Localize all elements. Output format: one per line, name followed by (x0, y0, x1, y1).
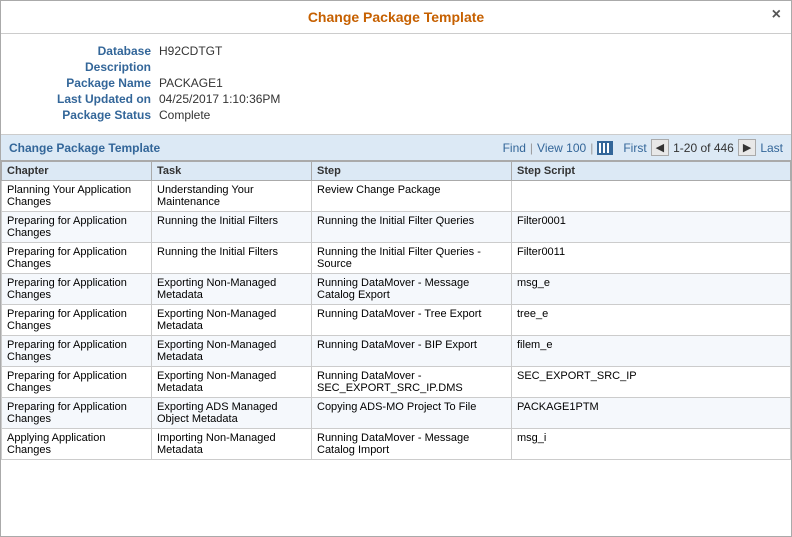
cell-chapter: Planning Your Application Changes (2, 181, 152, 212)
cell-step: Running the Initial Filter Queries - Sou… (312, 243, 512, 274)
toolbar-controls: Find | View 100 | First ◀ 1-20 of 446 ▶ … (503, 139, 783, 156)
database-label: Database (21, 44, 151, 58)
cell-task: Exporting ADS Managed Object Metadata (152, 398, 312, 429)
package-name-row: Package Name PACKAGE1 (21, 76, 771, 90)
data-table: Chapter Task Step Step Script Planning Y… (1, 161, 791, 460)
table-section: Change Package Template Find | View 100 … (1, 135, 791, 536)
cell-chapter: Preparing for Application Changes (2, 212, 152, 243)
cell-step: Running DataMover - BIP Export (312, 336, 512, 367)
title-bar: Change Package Template × (1, 1, 791, 34)
close-button[interactable]: × (772, 7, 781, 23)
cell-task: Exporting Non-Managed Metadata (152, 367, 312, 398)
col-header-chapter: Chapter (2, 162, 152, 181)
package-name-label: Package Name (21, 76, 151, 90)
database-row: Database H92CDTGT (21, 44, 771, 58)
cell-chapter: Preparing for Application Changes (2, 367, 152, 398)
cell-step: Review Change Package (312, 181, 512, 212)
cell-step: Copying ADS-MO Project To File (312, 398, 512, 429)
first-label[interactable]: First (623, 141, 646, 155)
table-row: Planning Your Application ChangesUnderst… (2, 181, 791, 212)
table-row: Preparing for Application ChangesRunning… (2, 243, 791, 274)
last-updated-value: 04/25/2017 1:10:36PM (159, 92, 280, 106)
last-label[interactable]: Last (760, 141, 783, 155)
view-link[interactable]: View 100 (537, 141, 586, 155)
cell-script: Filter0011 (512, 243, 791, 274)
cell-task: Exporting Non-Managed Metadata (152, 336, 312, 367)
cell-script: msg_i (512, 429, 791, 460)
cell-chapter: Preparing for Application Changes (2, 305, 152, 336)
cell-task: Importing Non-Managed Metadata (152, 429, 312, 460)
package-name-value: PACKAGE1 (159, 76, 223, 90)
cell-task: Running the Initial Filters (152, 243, 312, 274)
table-row: Preparing for Application ChangesExporti… (2, 274, 791, 305)
separator-2: | (590, 141, 593, 155)
cell-chapter: Preparing for Application Changes (2, 398, 152, 429)
cell-step: Running DataMover - Message Catalog Expo… (312, 274, 512, 305)
package-status-value: Complete (159, 108, 210, 122)
cell-script: filem_e (512, 336, 791, 367)
cell-chapter: Preparing for Application Changes (2, 274, 152, 305)
table-toolbar: Change Package Template Find | View 100 … (1, 135, 791, 161)
cell-step: Running the Initial Filter Queries (312, 212, 512, 243)
cell-chapter: Applying Application Changes (2, 429, 152, 460)
table-row: Preparing for Application ChangesExporti… (2, 336, 791, 367)
table-header-row: Chapter Task Step Step Script (2, 162, 791, 181)
last-updated-label: Last Updated on (21, 92, 151, 106)
table-row: Preparing for Application ChangesRunning… (2, 212, 791, 243)
cell-script: msg_e (512, 274, 791, 305)
description-label: Description (21, 60, 151, 74)
cell-step: Running DataMover - Message Catalog Impo… (312, 429, 512, 460)
table-row: Preparing for Application ChangesExporti… (2, 367, 791, 398)
cell-step: Running DataMover - Tree Export (312, 305, 512, 336)
separator-1: | (530, 141, 533, 155)
cell-task: Running the Initial Filters (152, 212, 312, 243)
cell-task: Exporting Non-Managed Metadata (152, 305, 312, 336)
cell-script: PACKAGE1PTM (512, 398, 791, 429)
col-header-step: Step (312, 162, 512, 181)
col-header-task: Task (152, 162, 312, 181)
table-row: Preparing for Application ChangesExporti… (2, 305, 791, 336)
cell-script (512, 181, 791, 212)
cell-script: Filter0001 (512, 212, 791, 243)
find-link[interactable]: Find (503, 141, 526, 155)
cell-chapter: Preparing for Application Changes (2, 243, 152, 274)
cell-chapter: Preparing for Application Changes (2, 336, 152, 367)
package-status-label: Package Status (21, 108, 151, 122)
package-status-row: Package Status Complete (21, 108, 771, 122)
pagination-info: 1-20 of 446 (673, 141, 734, 155)
table-row: Preparing for Application ChangesExporti… (2, 398, 791, 429)
database-value: H92CDTGT (159, 44, 222, 58)
grid-icon[interactable] (597, 141, 613, 155)
next-button[interactable]: ▶ (738, 139, 756, 156)
table-toolbar-title: Change Package Template (9, 141, 160, 155)
cell-task: Exporting Non-Managed Metadata (152, 274, 312, 305)
col-header-script: Step Script (512, 162, 791, 181)
table-row: Applying Application ChangesImporting No… (2, 429, 791, 460)
prev-button[interactable]: ◀ (651, 139, 669, 156)
description-row: Description (21, 60, 771, 74)
cell-task: Understanding Your Maintenance (152, 181, 312, 212)
cell-step: Running DataMover - SEC_EXPORT_SRC_IP.DM… (312, 367, 512, 398)
dialog-title: Change Package Template (308, 9, 484, 25)
change-package-dialog: Change Package Template × Database H92CD… (0, 0, 792, 537)
cell-script: SEC_EXPORT_SRC_IP (512, 367, 791, 398)
cell-script: tree_e (512, 305, 791, 336)
info-section: Database H92CDTGT Description Package Na… (1, 34, 791, 135)
table-wrapper: Chapter Task Step Step Script Planning Y… (1, 161, 791, 536)
last-updated-row: Last Updated on 04/25/2017 1:10:36PM (21, 92, 771, 106)
